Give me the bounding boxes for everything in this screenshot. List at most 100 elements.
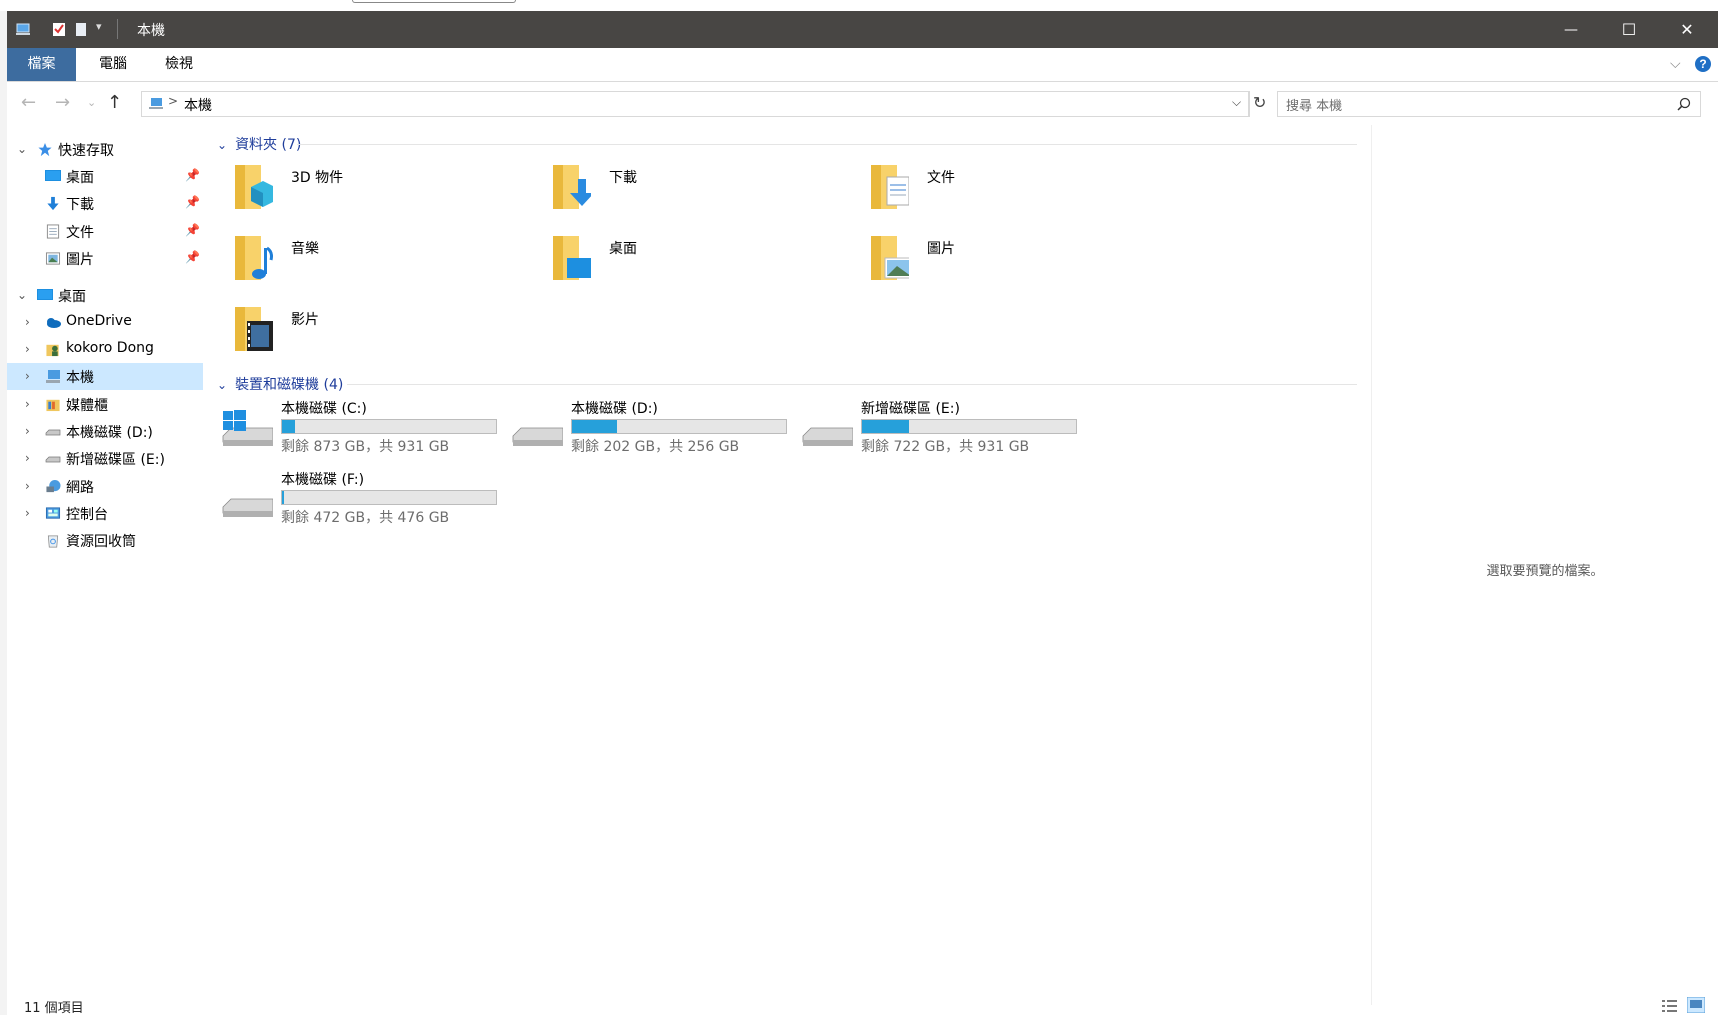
group-header-folders[interactable]: ⌄ 資料夾 (7) [217, 134, 301, 154]
search-icon[interactable] [1677, 97, 1691, 111]
nav-desktop-root[interactable]: ⌄ 桌面 [7, 282, 203, 309]
collapsed-chevron-icon[interactable]: › [25, 342, 30, 356]
nav-label: 桌面 [66, 170, 94, 186]
collapsed-chevron-icon[interactable]: › [25, 451, 30, 465]
folder-pictures[interactable]: 圖片 [845, 230, 1135, 292]
search-placeholder: 搜尋 本機 [1286, 99, 1343, 114]
folder-label: 桌面 [609, 241, 637, 257]
desktop-folder-icon [553, 236, 591, 280]
control-panel-icon [45, 507, 61, 519]
title-bar: ▾ 本機 — ☐ ✕ [7, 11, 1718, 48]
close-button[interactable]: ✕ [1658, 11, 1716, 48]
tab-file[interactable]: 檔案 [7, 48, 76, 81]
folder-label: 音樂 [291, 241, 319, 257]
hard-drive-icon [512, 427, 563, 446]
expand-ribbon-chevron-icon[interactable]: ⌵ [1670, 56, 1681, 72]
nav-quick-access[interactable]: ⌄ 快速存取 [7, 136, 203, 163]
hard-drive-icon [222, 498, 273, 517]
nav-recycle-bin[interactable]: 資源回收筒 [7, 527, 203, 554]
minimize-button[interactable]: — [1542, 11, 1600, 48]
expanded-chevron-icon[interactable]: ⌄ [17, 288, 27, 302]
pin-icon[interactable]: 📌 [185, 168, 200, 182]
nav-quick-pictures[interactable]: 圖片 📌 [7, 245, 203, 272]
nav-user-folder[interactable]: › kokoro Dong [7, 336, 203, 363]
drive-free-space: 剩餘 873 GB，共 931 GB [281, 439, 450, 455]
file-explorer-window: ▾ 本機 — ☐ ✕ 檔案 電腦 檢視 ⌵ ? ← → ⌄ ↑ > 本機 ⌵ ↻… [7, 11, 1718, 1016]
folder-label: 下載 [609, 170, 637, 186]
drive-usage-fill [282, 420, 295, 433]
forward-arrow-icon[interactable]: → [55, 92, 70, 113]
drive-usage-fill [572, 420, 617, 433]
folder-downloads[interactable]: 下載 [527, 159, 817, 221]
nav-quick-desktop[interactable]: 桌面 📌 [7, 163, 203, 190]
folder-videos[interactable]: 影片 [209, 301, 499, 363]
properties-icon[interactable] [51, 21, 67, 37]
collapsed-chevron-icon[interactable]: › [25, 424, 30, 438]
address-dropdown-chevron-icon[interactable]: ⌵ [1232, 95, 1241, 110]
large-icons-view-icon[interactable] [1687, 997, 1705, 1013]
folder-music[interactable]: 音樂 [209, 230, 499, 292]
drive-f[interactable]: 本機磁碟 (F:) 剩餘 472 GB，共 476 GB [209, 469, 499, 531]
group-divider [347, 384, 1357, 385]
collapsed-chevron-icon[interactable]: › [25, 506, 30, 520]
group-header-label: 裝置和磁碟機 (4) [235, 377, 344, 393]
nav-drive-e[interactable]: › 新增磁碟區 (E:) [7, 445, 203, 472]
nav-label: OneDrive [66, 313, 132, 329]
help-icon[interactable]: ? [1694, 55, 1712, 73]
recent-locations-chevron-icon[interactable]: ⌄ [87, 96, 96, 109]
nav-quick-documents[interactable]: 文件 📌 [7, 218, 203, 245]
address-bar[interactable]: > 本機 ⌵ ↻ [141, 91, 1266, 117]
nav-quick-downloads[interactable]: 下載 📌 [7, 190, 203, 217]
drive-e[interactable]: 新增磁碟區 (E:) 剩餘 722 GB，共 931 GB [789, 398, 1079, 460]
group-collapse-chevron-icon[interactable]: ⌄ [217, 138, 227, 152]
quick-access-toolbar-dropdown-icon[interactable]: ▾ [96, 20, 102, 33]
tab-view[interactable]: 檢視 [149, 48, 209, 81]
collapsed-chevron-icon[interactable]: › [25, 369, 30, 383]
folder-documents[interactable]: 文件 [845, 159, 1135, 221]
folder-label: 圖片 [927, 241, 955, 257]
back-arrow-icon[interactable]: ← [21, 92, 36, 113]
expanded-chevron-icon[interactable]: ⌄ [17, 142, 27, 156]
collapsed-chevron-icon[interactable]: › [25, 397, 30, 411]
nav-label: 控制台 [66, 507, 108, 523]
windows-drive-icon [222, 410, 273, 446]
details-view-icon[interactable] [1661, 998, 1679, 1013]
nav-this-pc[interactable]: › 本機 [7, 363, 203, 390]
drive-d[interactable]: 本機磁碟 (D:) 剩餘 202 GB，共 256 GB [499, 398, 789, 460]
status-bar: 11 個項目 [7, 995, 1718, 1016]
ribbon-tabs: 檔案 電腦 檢視 ⌵ ? [7, 48, 1718, 82]
pin-icon[interactable]: 📌 [185, 223, 200, 237]
drive-name: 本機磁碟 (C:) [281, 401, 367, 417]
new-folder-icon[interactable] [73, 21, 89, 37]
pin-icon[interactable]: 📌 [185, 250, 200, 264]
nav-label: kokoro Dong [66, 340, 154, 356]
nav-onedrive[interactable]: › OneDrive [7, 309, 203, 336]
group-header-drives[interactable]: ⌄ 裝置和磁碟機 (4) [217, 374, 343, 394]
up-arrow-icon[interactable]: ↑ [107, 92, 122, 113]
folder-3d-objects[interactable]: 3D 物件 [209, 159, 499, 221]
folder-desktop[interactable]: 桌面 [527, 230, 817, 292]
nav-label: 新增磁碟區 (E:) [66, 452, 165, 468]
nav-drive-d[interactable]: › 本機磁碟 (D:) [7, 418, 203, 445]
nav-network[interactable]: › 網路 [7, 473, 203, 500]
3d-objects-folder-icon [235, 165, 273, 209]
tab-computer[interactable]: 電腦 [83, 48, 143, 81]
nav-control-panel[interactable]: › 控制台 [7, 500, 203, 527]
collapsed-chevron-icon[interactable]: › [25, 479, 30, 493]
download-arrow-icon [47, 196, 59, 211]
nav-libraries[interactable]: › 媒體櫃 [7, 391, 203, 418]
library-icon [46, 399, 60, 412]
nav-label: 文件 [66, 225, 94, 241]
refresh-icon[interactable]: ↻ [1253, 93, 1266, 112]
search-box[interactable]: 搜尋 本機 [1277, 91, 1701, 117]
group-collapse-chevron-icon[interactable]: ⌄ [217, 378, 227, 392]
breadcrumb-this-pc[interactable]: 本機 [184, 95, 212, 115]
drive-c[interactable]: 本機磁碟 (C:) 剩餘 873 GB，共 931 GB [209, 398, 499, 460]
nav-label: 本機 [66, 370, 94, 386]
maximize-button[interactable]: ☐ [1600, 11, 1658, 48]
preview-pane-divider[interactable] [1371, 125, 1372, 1005]
collapsed-chevron-icon[interactable]: › [25, 315, 30, 329]
title-separator [117, 19, 118, 39]
pin-icon[interactable]: 📌 [185, 195, 200, 209]
drive-usage-bar [571, 419, 787, 434]
